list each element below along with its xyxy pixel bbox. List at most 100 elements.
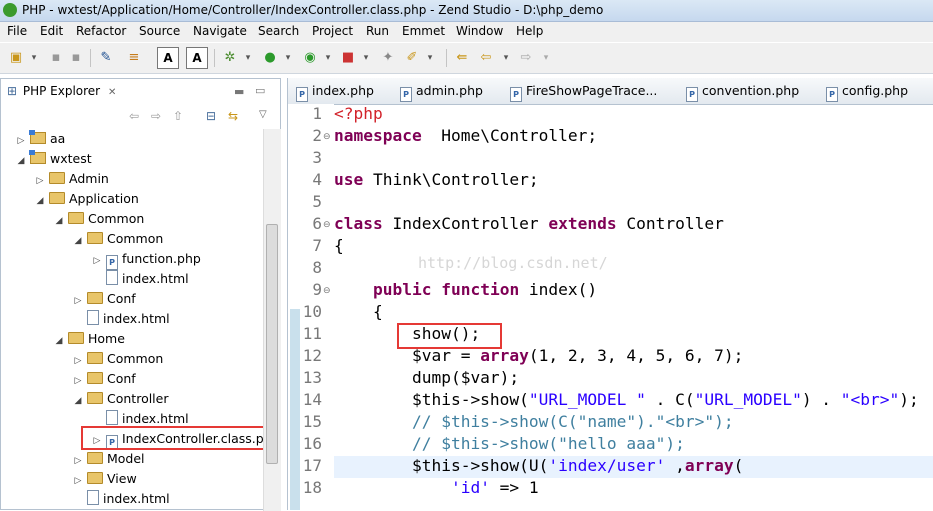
zend-studio-icon [3,3,17,17]
run-dropdown-icon[interactable]: ▾ [280,50,296,66]
explorer-tab[interactable]: ⊞ PHP Explorer ✕ [7,84,116,98]
collapsed-arrow-icon[interactable]: ▷ [15,131,27,151]
tree-item[interactable]: ▷ aa [15,129,65,149]
tree-item[interactable]: ◢ wxtest [15,149,92,169]
maximize-icon[interactable]: ▭ [255,84,265,97]
code-token: (1, 2, 3, 4, 5, 6, 7); [528,346,744,365]
back-icon[interactable]: ⇦ [478,50,494,66]
code-area[interactable]: http://blog.csdn.net/ <?php namespace Hom… [334,104,933,510]
menu-source[interactable]: Source [139,24,180,38]
menu-project[interactable]: Project [312,24,353,38]
expanded-arrow-icon[interactable]: ◢ [53,331,65,351]
run-icon[interactable]: ● [262,50,278,66]
expanded-arrow-icon[interactable]: ◢ [53,211,65,231]
tree-item[interactable]: ▷ Conf [72,369,136,389]
tab-fireshowpagetrace[interactable]: P FireShowPageTrace... [510,83,657,102]
forward-dropdown-icon[interactable]: ▾ [538,50,554,66]
collapsed-arrow-icon[interactable]: ▷ [72,371,84,391]
new-dropdown-icon[interactable]: ▾ [26,50,42,66]
tab-convention-php[interactable]: Pconvention.php [686,83,799,102]
code-token: $this->show( [334,390,529,409]
tree-item[interactable]: ▷ Pfunction.php [91,249,201,271]
line-number: 5 [312,192,322,211]
font-larger-icon[interactable]: A [186,47,208,69]
wand-dropdown-icon[interactable]: ▾ [422,50,438,66]
profile-icon[interactable]: ◉ [302,50,318,66]
fold-icon[interactable]: ⊖ [323,280,333,302]
folder-icon [87,232,103,244]
menu-refactor[interactable]: Refactor [76,24,126,38]
tree-item-label: Application [69,191,139,206]
menu-navigate[interactable]: Navigate [193,24,247,38]
menu-emmet[interactable]: Emmet [402,24,445,38]
up-icon[interactable]: ⇧ [173,109,183,123]
expanded-arrow-icon[interactable]: ◢ [15,151,27,171]
tree-item[interactable]: ▷ View [72,469,137,489]
tab-config-php[interactable]: Pconfig.php [826,83,908,102]
tree-item[interactable]: index.html [91,269,189,289]
code-token: 'index/user' [548,456,666,475]
highlight-icon[interactable]: ≡ [126,50,142,66]
font-smaller-icon[interactable]: A [157,47,179,69]
tool-icon[interactable]: ✦ [380,50,396,66]
menu-file[interactable]: File [7,24,27,38]
menu-search[interactable]: Search [258,24,299,38]
menu-window[interactable]: Window [456,24,503,38]
tree-item[interactable]: ◢ Common [53,209,145,231]
expanded-arrow-icon[interactable]: ◢ [34,191,46,211]
link-editor-icon[interactable]: ⇆ [228,109,238,123]
tree-item[interactable]: ▷ Common [72,349,164,371]
view-menu-icon[interactable]: ▽ [259,109,267,120]
back-icon[interactable]: ⇦ [129,109,139,123]
menu-edit[interactable]: Edit [40,24,63,38]
profile-dropdown-icon[interactable]: ▾ [320,50,336,66]
collapsed-arrow-icon[interactable]: ▷ [72,471,84,491]
line-number: 7 [312,236,322,255]
forward-icon[interactable]: ⇨ [518,50,534,66]
tree-item-label: Controller [107,391,169,406]
wand-icon[interactable]: ✐ [404,50,420,66]
debug-icon[interactable]: ✲ [222,50,238,66]
collapsed-arrow-icon[interactable]: ▷ [91,251,103,271]
tree-item[interactable]: index.html [72,489,170,509]
fold-icon[interactable]: ⊖ [323,214,333,236]
fold-icon[interactable]: ⊖ [323,126,333,148]
collapsed-arrow-icon[interactable]: ▷ [72,351,84,371]
stop-dropdown-icon[interactable]: ▾ [358,50,374,66]
tab-index-php[interactable]: Pindex.php [296,83,374,102]
menu-run[interactable]: Run [366,24,389,38]
tree-item[interactable]: ▷ Conf [72,289,136,309]
stop-icon[interactable]: ■ [340,50,356,66]
tree-item[interactable]: index.html [72,309,170,329]
save-icon[interactable]: ▪ [48,50,64,66]
collapsed-arrow-icon[interactable]: ▷ [34,171,46,191]
close-icon[interactable]: ✕ [108,87,116,98]
tab-admin-php[interactable]: Padmin.php [400,83,483,102]
tree-item[interactable]: ◢ Common [72,229,164,251]
menu-help[interactable]: Help [516,24,543,38]
tree-item[interactable]: ◢ Application [34,189,139,209]
forward-icon[interactable]: ⇨ [151,109,161,123]
scrollbar-thumb[interactable] [266,224,278,464]
collapsed-arrow-icon[interactable]: ▷ [72,451,84,471]
collapsed-arrow-icon[interactable]: ▷ [72,291,84,311]
minimize-icon[interactable]: ▬ [234,85,244,98]
explorer-scrollbar[interactable] [263,129,281,511]
pen-icon[interactable]: ✎ [98,50,114,66]
tree-item[interactable]: ◢ Home [53,329,125,349]
collapse-all-icon[interactable]: ⊟ [206,109,216,123]
last-edit-icon[interactable]: ⇚ [454,50,470,66]
new-icon[interactable]: ▣ [8,50,24,66]
code-token: // $this->show("hello aaa"); [334,434,685,453]
tree-item[interactable]: ▷ Model [72,449,145,469]
line-number: 11 [302,324,322,343]
expanded-arrow-icon[interactable]: ◢ [72,391,84,411]
expanded-arrow-icon[interactable]: ◢ [72,231,84,251]
back-dropdown-icon[interactable]: ▾ [498,50,514,66]
tree-item[interactable]: ▷ Admin [34,169,109,189]
save-all-icon[interactable]: ▪ [68,50,84,66]
debug-dropdown-icon[interactable]: ▾ [240,50,256,66]
tree-item[interactable]: ◢ Controller [72,389,169,409]
php-file-icon: P [296,87,308,102]
